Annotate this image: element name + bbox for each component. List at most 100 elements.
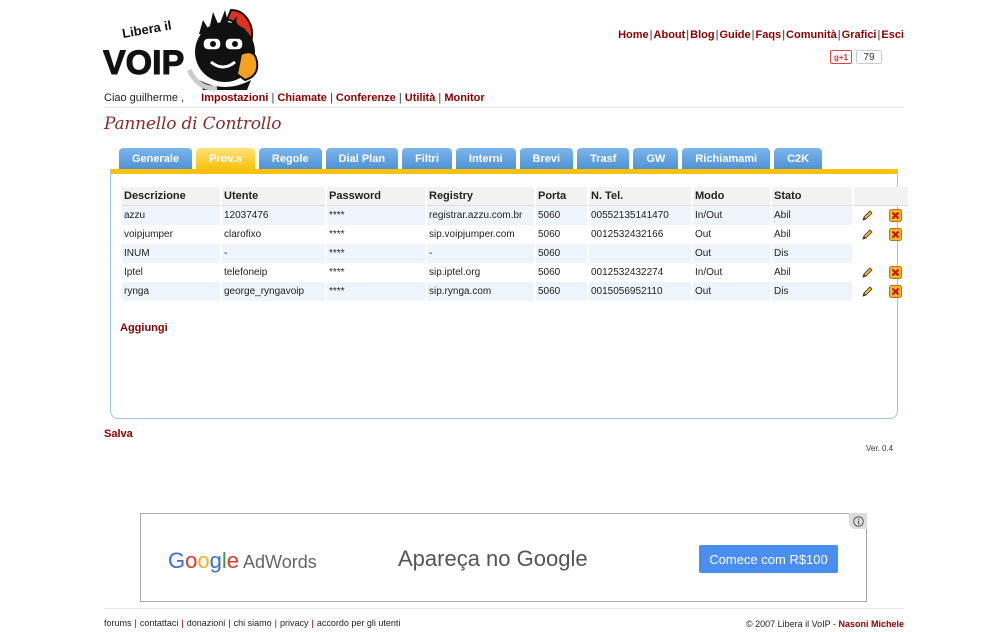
tab-prov-s[interactable]: Prov.s bbox=[196, 148, 255, 169]
cell-stato: Dis bbox=[772, 244, 852, 263]
column-header-registry: Registry bbox=[427, 187, 534, 206]
cell-registry: sip.rynga.com bbox=[427, 282, 534, 301]
cell-stato: Abil bbox=[772, 225, 852, 244]
cell-password: **** bbox=[327, 206, 425, 225]
tab-trasf[interactable]: Trasf bbox=[577, 148, 630, 169]
delete-icon[interactable] bbox=[882, 282, 908, 301]
column-header-descrizione: Descrizione bbox=[122, 187, 220, 206]
tab-richiamami[interactable]: Richiamami bbox=[682, 148, 771, 169]
column-header-porta: Porta bbox=[536, 187, 587, 206]
tab-generale[interactable]: Generale bbox=[119, 148, 193, 169]
cell-registry: sip.iptel.org bbox=[427, 263, 534, 282]
cell-porta: 5060 bbox=[536, 244, 587, 263]
greeting: Ciao guilherme , bbox=[104, 92, 185, 104]
delete-icon[interactable] bbox=[882, 263, 908, 282]
save-link[interactable]: Salva bbox=[104, 428, 133, 440]
ad-info-icon[interactable] bbox=[849, 513, 867, 529]
tab-dial-plan[interactable]: Dial Plan bbox=[325, 148, 399, 169]
cell-utente: telefoneip bbox=[222, 263, 325, 282]
cell-registry: - bbox=[427, 244, 534, 263]
footer-links: forums | contattaci | donazioni | chi siamo | pr… bbox=[104, 618, 400, 628]
cell-utente: - bbox=[222, 244, 325, 263]
tab-gw[interactable]: GW bbox=[633, 148, 679, 169]
cell-tel: 00552135141470 bbox=[589, 206, 691, 225]
tab-c2k[interactable]: C2K bbox=[774, 148, 823, 169]
user-menu: Impostazioni | Chiamate | Conferenze | U… bbox=[201, 92, 485, 104]
tab-brevi[interactable]: Brevi bbox=[519, 148, 574, 169]
site-logo[interactable]: Libera il VOIP bbox=[103, 4, 261, 92]
cell-descrizione: rynga bbox=[122, 282, 220, 301]
menu-separator: | bbox=[326, 92, 336, 104]
cell-modo: In/Out bbox=[693, 263, 770, 282]
footer-link-accordo-per-gli-utenti[interactable]: accordo per gli utenti bbox=[317, 618, 401, 628]
menu-monitor[interactable]: Monitor bbox=[444, 92, 484, 104]
delete-icon[interactable] bbox=[882, 225, 908, 244]
cell-tel: 0012532432166 bbox=[589, 225, 691, 244]
footer-link-privacy[interactable]: privacy bbox=[280, 618, 309, 628]
tab-bar: Generale Prov.s Regole Dial Plan Filtri Inter… bbox=[119, 148, 823, 169]
add-provider-link[interactable]: Aggiungi bbox=[120, 322, 168, 334]
nav-esci[interactable]: Esci bbox=[881, 29, 904, 41]
cell-utente: 12037476 bbox=[222, 206, 325, 225]
footer-link-donazioni[interactable]: donazioni bbox=[187, 618, 226, 628]
cell-descrizione: INUM bbox=[122, 244, 220, 263]
google-letter: o bbox=[185, 548, 198, 573]
cell-password: **** bbox=[327, 244, 425, 263]
nav-grafici[interactable]: Grafici bbox=[842, 29, 877, 41]
cell-registry: sip.voipjumper.com bbox=[427, 225, 534, 244]
cell-tel: 0012532432274 bbox=[589, 263, 691, 282]
column-header-password: Password bbox=[327, 187, 425, 206]
cell-tel bbox=[589, 244, 691, 263]
nav-home[interactable]: Home bbox=[618, 29, 649, 41]
cell-registry: registrar.azzu.com.br bbox=[427, 206, 534, 225]
gplus-button[interactable]: g +1 bbox=[830, 50, 852, 64]
ad-cta-button[interactable]: Comece com R$100 bbox=[699, 545, 838, 573]
menu-separator: | bbox=[435, 92, 445, 104]
cell-utente: george_ryngavoip bbox=[222, 282, 325, 301]
column-header-modo: Modo bbox=[693, 187, 770, 206]
nav-guide[interactable]: Guide bbox=[719, 29, 750, 41]
google-plus-widget[interactable]: g +1 79 bbox=[830, 50, 882, 64]
cell-modo: Out bbox=[693, 282, 770, 301]
column-header-actions bbox=[854, 187, 908, 206]
tab-filtri[interactable]: Filtri bbox=[402, 148, 452, 169]
google-letter: G bbox=[168, 548, 186, 573]
footer-link-forums[interactable]: forums bbox=[104, 618, 132, 628]
nav-about[interactable]: About bbox=[654, 29, 686, 41]
edit-pencil-icon[interactable] bbox=[854, 225, 880, 244]
cell-descrizione: azzu bbox=[122, 206, 220, 225]
table-row: rynga george_ryngavoip **** sip.rynga.com 50… bbox=[122, 282, 908, 301]
column-header-n-tel: N. Tel. bbox=[589, 187, 691, 206]
menu-impostazioni[interactable]: Impostazioni bbox=[201, 92, 268, 104]
table-row: Iptel telefoneip **** sip.iptel.org 5060 0012… bbox=[122, 263, 908, 282]
ad-headline: Apareça no Google bbox=[398, 546, 588, 571]
edit-pencil-icon[interactable] bbox=[854, 282, 880, 301]
menu-utilita[interactable]: Utilità bbox=[405, 92, 436, 104]
delete-icon[interactable] bbox=[882, 206, 908, 225]
footer-link-chi-siamo[interactable]: chi siamo bbox=[234, 618, 272, 628]
google-letter: g bbox=[209, 548, 222, 573]
menu-conferenze[interactable]: Conferenze bbox=[336, 92, 396, 104]
adwords-banner[interactable]: Google AdWords Apareça no Google Comece c… bbox=[140, 513, 867, 602]
tab-regole[interactable]: Regole bbox=[258, 148, 322, 169]
top-nav: Home|About|Blog|Guide|Faqs|Comunità|Graf… bbox=[560, 29, 904, 41]
nav-blog[interactable]: Blog bbox=[690, 29, 714, 41]
table-row: azzu 12037476 **** registrar.azzu.com.br 506… bbox=[122, 206, 908, 225]
tab-interni[interactable]: Interni bbox=[455, 148, 516, 169]
cell-tel: 0015056952110 bbox=[589, 282, 691, 301]
svg-text:VOIP: VOIP bbox=[103, 44, 184, 82]
edit-pencil-icon[interactable] bbox=[854, 263, 880, 282]
copyright: © 2007 Libera il VoIP - Nasoni Michele bbox=[745, 619, 904, 629]
footer-link-contattaci[interactable]: contattaci bbox=[140, 618, 179, 628]
menu-chiamate[interactable]: Chiamate bbox=[277, 92, 327, 104]
google-letter: e bbox=[226, 548, 240, 573]
edit-pencil-icon[interactable] bbox=[854, 206, 880, 225]
nav-comunita[interactable]: Comunità bbox=[786, 29, 837, 41]
cell-password: **** bbox=[327, 282, 425, 301]
cell-stato: Dis bbox=[772, 282, 852, 301]
column-header-stato: Stato bbox=[772, 187, 852, 206]
nav-faqs[interactable]: Faqs bbox=[756, 29, 782, 41]
cell-password: **** bbox=[327, 263, 425, 282]
cell-porta: 5060 bbox=[536, 225, 587, 244]
user-bar: Ciao guilherme , Impostazioni | Chiamate… bbox=[104, 92, 904, 108]
